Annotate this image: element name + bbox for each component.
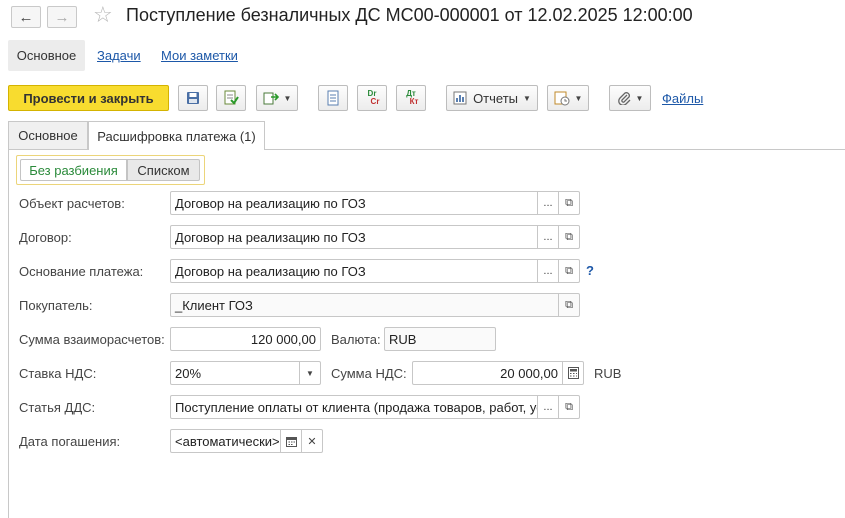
currency-field[interactable]: RUB: [384, 327, 496, 351]
dr-cr-button[interactable]: Dr Cr: [357, 85, 387, 111]
settlement-object-label: Объект расчетов:: [19, 196, 125, 211]
due-date-label: Дата погашения:: [19, 434, 121, 449]
settlement-object-field[interactable]: Договор на реализацию по ГОЗ ... ⧉: [170, 191, 580, 215]
favorite-star-icon[interactable]: ☆: [93, 3, 113, 27]
select-button[interactable]: ...: [537, 192, 558, 214]
no-split-option[interactable]: Без разбиения: [20, 159, 127, 181]
contract-label: Договор:: [19, 230, 72, 245]
reports-label: Отчеты: [473, 90, 518, 106]
cash-flow-item-label: Статья ДДС:: [19, 400, 96, 415]
save-icon: [187, 92, 199, 104]
vat-rate-value: 20%: [175, 365, 202, 381]
print-button[interactable]: ▼: [547, 85, 589, 111]
vat-rate-select[interactable]: 20% ▼: [170, 361, 321, 385]
chevron-down-icon: ▼: [283, 93, 292, 103]
calendar-icon[interactable]: [280, 430, 301, 452]
back-button[interactable]: ←: [11, 6, 41, 28]
journal-icon: [327, 90, 339, 106]
cash-flow-item-value: Поступление оплаты от клиента (продажа т…: [175, 399, 537, 415]
open-icon[interactable]: ⧉: [558, 192, 579, 214]
help-icon[interactable]: ?: [586, 263, 594, 278]
nav-tasks-link[interactable]: Задачи: [97, 48, 141, 63]
payment-basis-label: Основание платежа:: [19, 264, 144, 279]
forward-button[interactable]: →: [47, 6, 77, 28]
vat-amount-value: 20 000,00: [500, 365, 558, 381]
select-button[interactable]: ...: [537, 226, 558, 248]
select-button[interactable]: ...: [537, 260, 558, 282]
tab-payment-breakdown[interactable]: Расшифровка платежа (1): [88, 121, 265, 150]
settlement-amount-label: Сумма взаиморасчетов:: [19, 332, 165, 347]
currency-value: RUB: [389, 331, 417, 347]
calculator-icon[interactable]: [562, 362, 583, 384]
chevron-down-icon: ▼: [635, 93, 644, 103]
nav-main[interactable]: Основное: [8, 40, 85, 71]
buyer-label: Покупатель:: [19, 298, 93, 313]
nav-notes-link[interactable]: Мои заметки: [161, 48, 238, 63]
reports-button[interactable]: Отчеты ▼: [446, 85, 538, 111]
settlement-amount-field[interactable]: 120 000,00: [170, 327, 321, 351]
create-based-icon: [263, 92, 279, 105]
save-button[interactable]: [178, 85, 208, 111]
chevron-down-icon[interactable]: ▼: [299, 362, 320, 384]
post-button[interactable]: [216, 85, 246, 111]
tab-main[interactable]: Основное: [8, 121, 88, 149]
print-schedule-icon: [554, 91, 570, 106]
cash-flow-item-field[interactable]: Поступление оплаты от клиента (продажа т…: [170, 395, 580, 419]
settlement-object-value: Договор на реализацию по ГОЗ: [175, 195, 366, 211]
clear-icon[interactable]: ✕: [301, 430, 322, 452]
open-icon[interactable]: ⧉: [558, 396, 579, 418]
open-icon[interactable]: ⧉: [558, 226, 579, 248]
contract-field[interactable]: Договор на реализацию по ГОЗ ... ⧉: [170, 225, 580, 249]
dr-cr-icon: Dr Cr: [367, 89, 380, 106]
list-option[interactable]: Списком: [127, 159, 200, 181]
payment-basis-value: Договор на реализацию по ГОЗ: [175, 263, 366, 279]
buyer-field[interactable]: _Клиент ГОЗ ⧉: [170, 293, 580, 317]
buyer-value: _Клиент ГОЗ: [175, 297, 253, 313]
panel-border: [8, 149, 9, 518]
post-and-close-button[interactable]: Провести и закрыть: [8, 85, 169, 111]
chevron-down-icon: ▼: [574, 93, 583, 103]
open-icon[interactable]: ⧉: [558, 294, 579, 316]
dt-kt-icon: Дт Кт: [406, 89, 419, 106]
page-title: Поступление безналичных ДС МС00-000001 о…: [126, 5, 693, 25]
settlement-amount-value: 120 000,00: [250, 331, 316, 347]
journal-button[interactable]: [318, 85, 348, 111]
vat-amount-field[interactable]: 20 000,00: [412, 361, 584, 385]
vat-rate-label: Ставка НДС:: [19, 366, 97, 381]
split-mode-switch: Без разбиения Списком: [16, 155, 205, 185]
paperclip-icon: [617, 92, 630, 105]
arrow-left-icon: ←: [18, 8, 34, 26]
vat-amount-label: Сумма НДС:: [331, 366, 407, 381]
files-link[interactable]: Файлы: [662, 91, 703, 106]
payment-basis-field[interactable]: Договор на реализацию по ГОЗ ... ⧉: [170, 259, 580, 283]
chevron-down-icon: ▼: [523, 93, 531, 103]
contract-value: Договор на реализацию по ГОЗ: [175, 229, 366, 245]
arrow-right-icon: →: [54, 8, 70, 26]
due-date-field[interactable]: <автоматически> ✕: [170, 429, 323, 453]
open-icon[interactable]: ⧉: [558, 260, 579, 282]
dt-kt-button[interactable]: Дт Кт: [396, 85, 426, 111]
report-icon: [453, 91, 467, 105]
vat-currency-label: RUB: [594, 366, 622, 381]
due-date-value: <автоматически>: [175, 433, 280, 449]
post-document-icon: [224, 90, 239, 105]
attachments-button[interactable]: ▼: [609, 85, 651, 111]
select-button[interactable]: ...: [537, 396, 558, 418]
currency-label: Валюта:: [331, 332, 381, 347]
create-based-on-button[interactable]: ▼: [256, 85, 298, 111]
